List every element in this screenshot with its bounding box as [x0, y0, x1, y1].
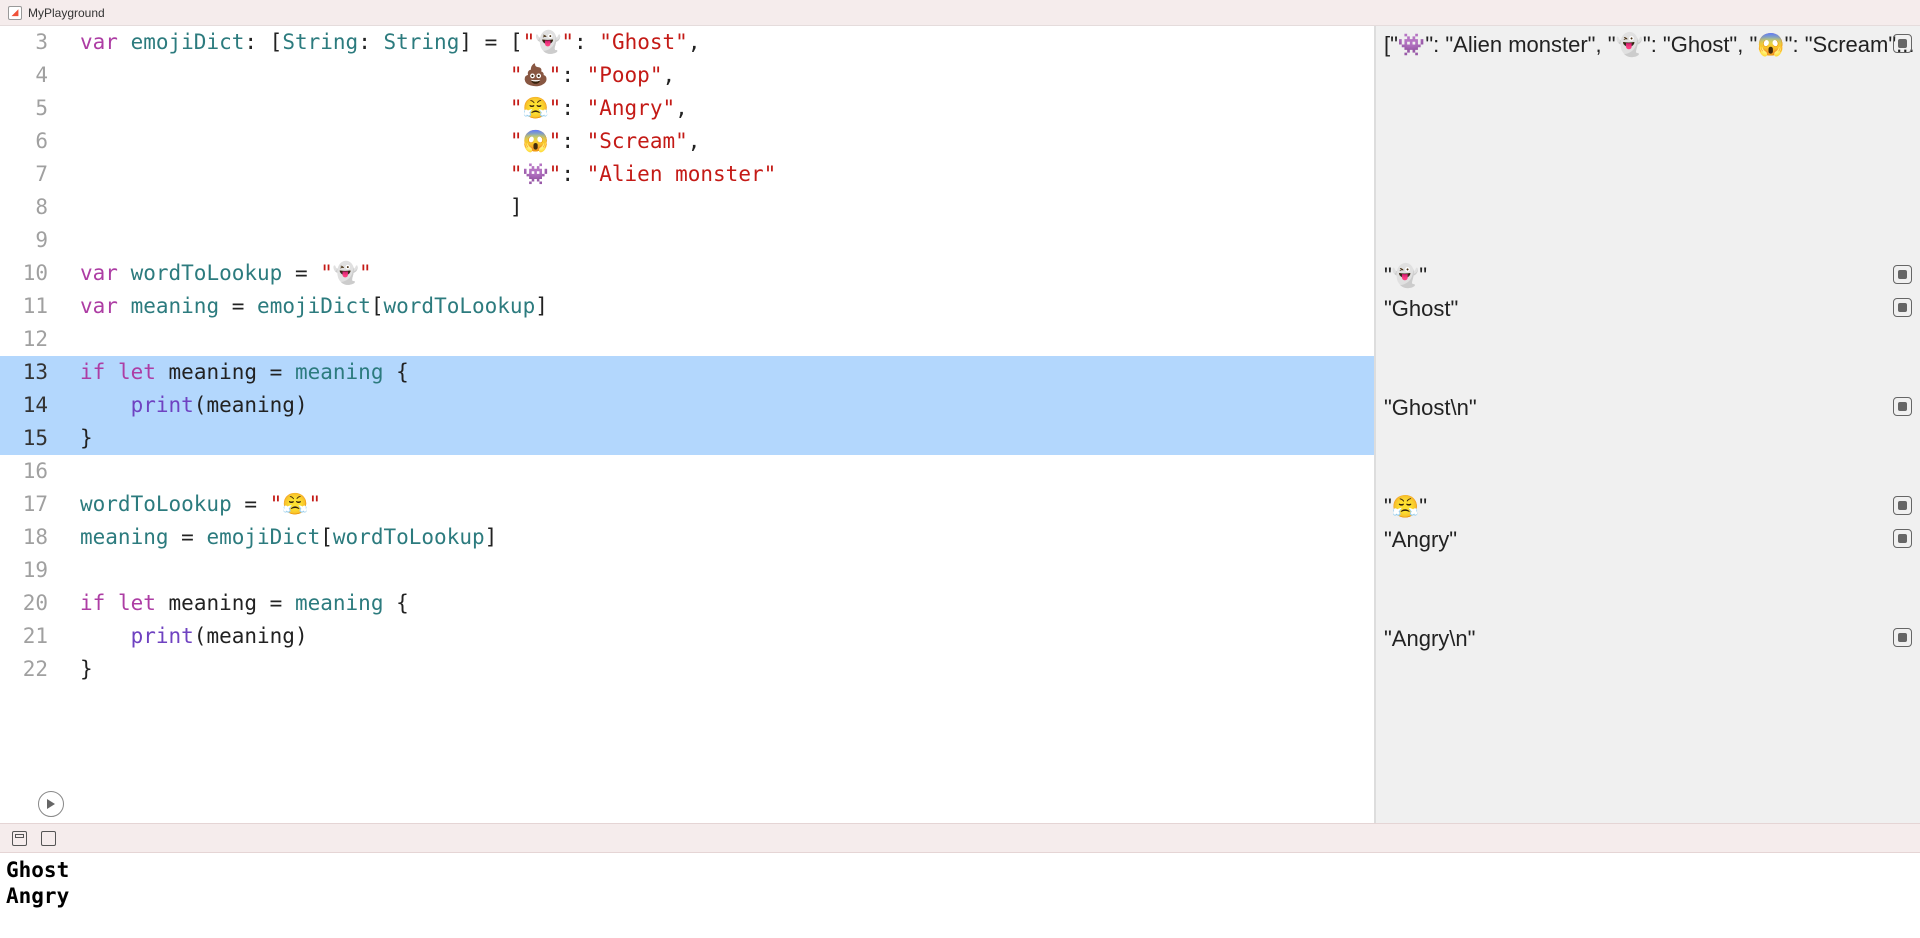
code-line[interactable]: 7 "👾": "Alien monster" [0, 158, 1374, 191]
toggle-debug-area-button[interactable] [12, 831, 27, 846]
result-value: "👻" [1376, 259, 1920, 292]
code-content[interactable]: "😱": "Scream", [62, 125, 1374, 158]
code-content[interactable]: "😤": "Angry", [62, 92, 1374, 125]
quicklook-button[interactable] [1893, 529, 1912, 548]
result-value: "Angry\n" [1376, 622, 1920, 655]
code-content[interactable]: } [62, 422, 1374, 455]
console-output[interactable]: Ghost Angry [0, 853, 1920, 938]
code-line[interactable]: 5 "😤": "Angry", [0, 92, 1374, 125]
code-line[interactable]: 22} [0, 653, 1374, 686]
line-number: 10 [0, 257, 62, 290]
code-line[interactable]: 11var meaning = emojiDict[wordToLookup] [0, 290, 1374, 323]
quicklook-button[interactable] [1893, 496, 1912, 515]
document-title: MyPlayground [28, 6, 105, 20]
line-number: 22 [0, 653, 62, 686]
code-content[interactable]: meaning = emojiDict[wordToLookup] [62, 521, 1374, 554]
result-value: "Angry" [1376, 523, 1920, 556]
results-sidebar: ["👾": "Alien monster", "👻": "Ghost", "😱"… [1375, 26, 1920, 823]
code-content[interactable]: print(meaning) [62, 620, 1374, 653]
swift-playground-icon: ◢ [8, 6, 22, 20]
code-content[interactable]: if let meaning = meaning { [62, 587, 1374, 620]
line-number: 18 [0, 521, 62, 554]
line-number: 3 [0, 26, 62, 59]
debug-toolbar [0, 823, 1920, 853]
code-content[interactable]: var meaning = emojiDict[wordToLookup] [62, 290, 1374, 323]
code-content[interactable]: "👾": "Alien monster" [62, 158, 1374, 191]
code-line[interactable]: 3var emojiDict: [String: String] = ["👻":… [0, 26, 1374, 59]
line-number: 14 [0, 389, 62, 422]
line-number: 20 [0, 587, 62, 620]
toggle-console-button[interactable] [41, 831, 56, 846]
code-line[interactable]: 17wordToLookup = "😤" [0, 488, 1374, 521]
line-number: 15 [0, 422, 62, 455]
quicklook-button[interactable] [1893, 628, 1912, 647]
line-number: 8 [0, 191, 62, 224]
line-number: 13 [0, 356, 62, 389]
code-line[interactable]: 15} [0, 422, 1374, 455]
code-line[interactable]: 13if let meaning = meaning { [0, 356, 1374, 389]
code-line[interactable]: 12 [0, 323, 1374, 356]
code-content[interactable] [62, 323, 1374, 356]
line-number: 19 [0, 554, 62, 587]
code-content[interactable]: wordToLookup = "😤" [62, 488, 1374, 521]
code-line[interactable]: 14 print(meaning) [0, 389, 1374, 422]
code-content[interactable]: "💩": "Poop", [62, 59, 1374, 92]
line-number: 4 [0, 59, 62, 92]
line-number: 17 [0, 488, 62, 521]
code-line[interactable]: 6 "😱": "Scream", [0, 125, 1374, 158]
code-content[interactable] [62, 455, 1374, 488]
code-content[interactable]: } [62, 653, 1374, 686]
line-number: 5 [0, 92, 62, 125]
quicklook-button[interactable] [1893, 397, 1912, 416]
line-number: 12 [0, 323, 62, 356]
code-content[interactable]: var emojiDict: [String: String] = ["👻": … [62, 26, 1374, 59]
code-line[interactable]: 4 "💩": "Poop", [0, 59, 1374, 92]
code-content[interactable]: var wordToLookup = "👻" [62, 257, 1374, 290]
code-line[interactable]: 21 print(meaning) [0, 620, 1374, 653]
code-line[interactable]: 20if let meaning = meaning { [0, 587, 1374, 620]
line-number: 6 [0, 125, 62, 158]
code-line[interactable]: 16 [0, 455, 1374, 488]
main-area: 3var emojiDict: [String: String] = ["👻":… [0, 26, 1920, 823]
line-number: 7 [0, 158, 62, 191]
code-content[interactable]: print(meaning) [62, 389, 1374, 422]
code-line[interactable]: 19 [0, 554, 1374, 587]
code-content[interactable] [62, 554, 1374, 587]
titlebar: ◢ MyPlayground [0, 0, 1920, 26]
code-line[interactable]: 8 ] [0, 191, 1374, 224]
quicklook-button[interactable] [1893, 34, 1912, 53]
play-icon [46, 799, 56, 809]
line-number: 21 [0, 620, 62, 653]
code-line[interactable]: 10var wordToLookup = "👻" [0, 257, 1374, 290]
code-line[interactable]: 18meaning = emojiDict[wordToLookup] [0, 521, 1374, 554]
result-value: "😤" [1376, 490, 1920, 523]
quicklook-button[interactable] [1893, 298, 1912, 317]
line-number: 11 [0, 290, 62, 323]
result-value: "Ghost\n" [1376, 391, 1920, 424]
quicklook-button[interactable] [1893, 265, 1912, 284]
run-button[interactable] [38, 791, 64, 817]
line-number: 16 [0, 455, 62, 488]
code-editor[interactable]: 3var emojiDict: [String: String] = ["👻":… [0, 26, 1375, 823]
code-content[interactable]: if let meaning = meaning { [62, 356, 1374, 389]
code-content[interactable] [62, 224, 1374, 257]
code-line[interactable]: 9 [0, 224, 1374, 257]
code-content[interactable]: ] [62, 191, 1374, 224]
line-number: 9 [0, 224, 62, 257]
result-value: ["👾": "Alien monster", "👻": "Ghost", "😱"… [1376, 28, 1920, 61]
result-value: "Ghost" [1376, 292, 1920, 325]
